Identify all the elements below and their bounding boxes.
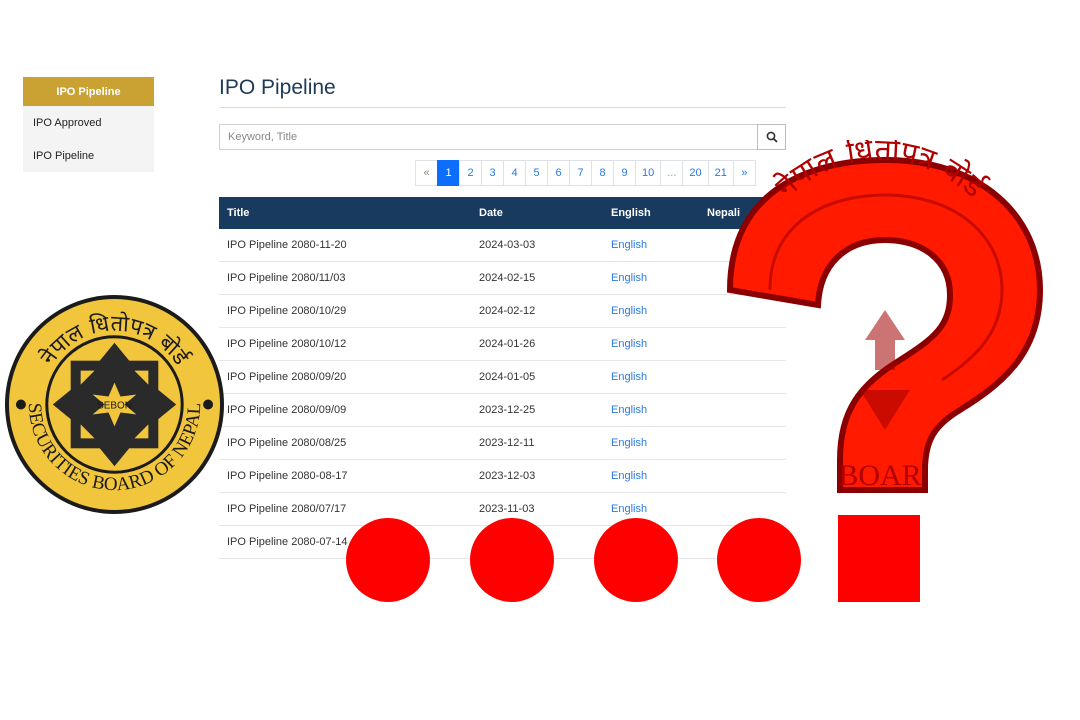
pagination-page[interactable]: 6 <box>547 160 570 186</box>
pagination-page[interactable]: 7 <box>569 160 592 186</box>
sidebar: IPO Pipeline IPO Approved IPO Pipeline <box>23 77 154 172</box>
row-title: IPO Pipeline 2080/07/17 <box>219 492 471 526</box>
pagination-page[interactable]: 9 <box>613 160 636 186</box>
row-date: 2023-11-03 <box>471 492 603 526</box>
seal-center-text: SEBON <box>97 400 132 411</box>
row-title: IPO Pipeline 2080-11-20 <box>219 229 471 262</box>
row-title: IPO Pipeline 2080/11/03 <box>219 261 471 295</box>
english-link[interactable]: English <box>603 459 699 493</box>
english-link[interactable]: English <box>603 261 699 295</box>
row-title: IPO Pipeline 2080/08/25 <box>219 426 471 460</box>
english-link[interactable]: English <box>603 360 699 394</box>
row-date: 2024-01-05 <box>471 360 603 394</box>
question-mark-dot <box>838 515 920 602</box>
row-title: IPO Pipeline 2080/09/20 <box>219 360 471 394</box>
table-row: IPO Pipeline 2080-11-20 2024-03-03 Engli… <box>219 229 786 262</box>
qmark-partial-text: BOAR <box>838 459 921 492</box>
pagination-page[interactable]: 8 <box>591 160 614 186</box>
ipo-table: Title Date English Nepali IPO Pipeline 2… <box>219 197 786 559</box>
english-link[interactable]: English <box>603 393 699 427</box>
column-header-english: English <box>603 197 699 229</box>
english-link[interactable]: English <box>603 229 699 262</box>
row-title: IPO Pipeline 2080/09/09 <box>219 393 471 427</box>
pagination-prev[interactable]: « <box>415 160 438 186</box>
pagination-page[interactable]: 4 <box>503 160 526 186</box>
row-date: 2024-03-03 <box>471 229 603 262</box>
sidebar-item-ipo-approved[interactable]: IPO Approved <box>23 106 154 139</box>
column-header-date: Date <box>471 197 603 229</box>
red-dot <box>346 518 430 602</box>
page-title: IPO Pipeline <box>219 76 336 99</box>
table-row: IPO Pipeline 2080-08-17 2023-12-03 Engli… <box>219 459 786 493</box>
column-header-title: Title <box>219 197 471 229</box>
row-title: IPO Pipeline 2080-07-14 <box>219 525 471 559</box>
english-link[interactable]: English <box>603 327 699 361</box>
pagination-page[interactable]: 20 <box>682 160 709 186</box>
pagination-page[interactable]: 2 <box>459 160 482 186</box>
pagination-page[interactable]: 3 <box>481 160 504 186</box>
search-bar <box>219 124 786 150</box>
red-dot <box>717 518 801 602</box>
row-date: 2024-01-26 <box>471 327 603 361</box>
sebon-seal-logo: नेपाल धितोपत्र बोर्ड SECURITIES BOARD OF… <box>4 294 225 515</box>
row-date: 2024-02-15 <box>471 261 603 295</box>
sidebar-item-ipo-pipeline[interactable]: IPO Pipeline <box>23 139 154 172</box>
table-row: IPO Pipeline 2080/10/12 2024-01-26 Engli… <box>219 327 786 361</box>
table-row: IPO Pipeline 2080/08/25 2023-12-11 Engli… <box>219 426 786 460</box>
table-row: IPO Pipeline 2080/09/20 2024-01-05 Engli… <box>219 360 786 394</box>
row-date: 2023-12-25 <box>471 393 603 427</box>
row-date: 2024-02-12 <box>471 294 603 328</box>
table-row: IPO Pipeline 2080/09/09 2023-12-25 Engli… <box>219 393 786 427</box>
sidebar-item-ipo-pipeline-active[interactable]: IPO Pipeline <box>23 77 154 106</box>
table-row: IPO Pipeline 2080/10/29 2024-02-12 Engli… <box>219 294 786 328</box>
pagination-page[interactable]: 5 <box>525 160 548 186</box>
row-title: IPO Pipeline 2080/10/12 <box>219 327 471 361</box>
row-title: IPO Pipeline 2080/10/29 <box>219 294 471 328</box>
table-header-row: Title Date English Nepali <box>219 197 786 229</box>
search-input[interactable] <box>219 124 757 150</box>
row-date: 2023-12-11 <box>471 426 603 460</box>
pagination-page[interactable]: 1 <box>437 160 460 186</box>
pagination-page[interactable]: 10 <box>635 160 662 186</box>
english-link[interactable]: English <box>603 294 699 328</box>
red-dot <box>470 518 554 602</box>
pagination-ellipsis: ... <box>660 160 684 186</box>
title-divider <box>219 107 786 108</box>
pagination: « 1 2 3 4 5 6 7 8 9 10 ... 20 21 » <box>415 160 756 186</box>
table-row: IPO Pipeline 2080/11/03 2024-02-15 Engli… <box>219 261 786 295</box>
row-date: 2023-12-03 <box>471 459 603 493</box>
row-title: IPO Pipeline 2080-08-17 <box>219 459 471 493</box>
red-dot <box>594 518 678 602</box>
english-link[interactable]: English <box>603 426 699 460</box>
